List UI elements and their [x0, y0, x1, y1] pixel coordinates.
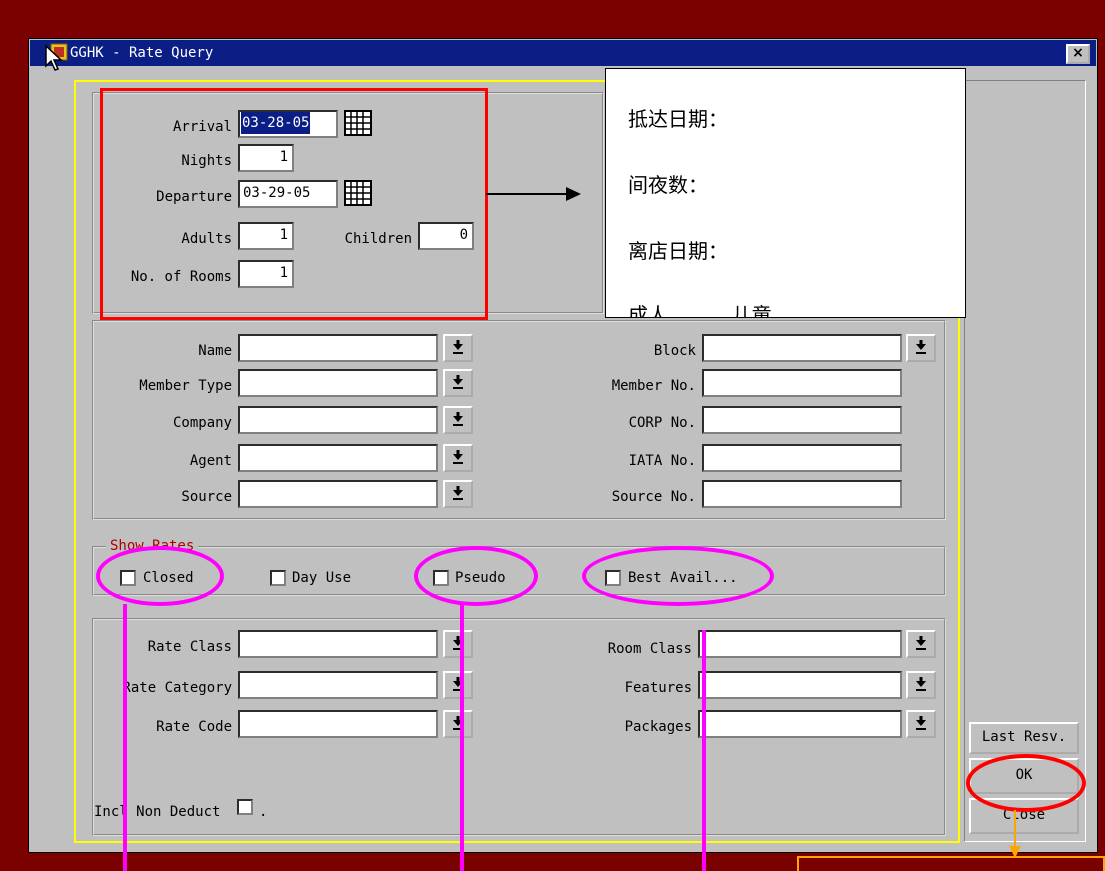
dropdown-arrow-icon	[916, 677, 926, 691]
rate-class-label: Rate Class	[147, 639, 232, 655]
room-class-field[interactable]	[698, 630, 902, 658]
member-type-label: Member Type	[139, 378, 232, 394]
packages-field[interactable]	[698, 710, 902, 738]
day-use-checkbox[interactable]	[270, 570, 286, 586]
block-field[interactable]	[702, 334, 902, 362]
ok-highlight-ellipse	[966, 754, 1086, 812]
iata-no-field[interactable]	[702, 444, 902, 472]
source-no-label: Source No.	[611, 489, 696, 505]
room-class-label: Room Class	[607, 641, 692, 657]
source-no-field[interactable]	[702, 480, 902, 508]
source-dropdown-button[interactable]	[443, 480, 473, 508]
dropdown-arrow-icon	[453, 486, 463, 500]
features-label: Features	[624, 680, 692, 696]
dropdown-arrow-icon	[453, 450, 463, 464]
annotation-line-departure: 离店日期：	[628, 239, 728, 263]
rate-code-field[interactable]	[238, 710, 438, 738]
incl-non-deduct-checkbox[interactable]	[237, 799, 253, 815]
source-field[interactable]	[238, 480, 438, 508]
closed-pointer-line	[123, 604, 127, 871]
member-no-label: Member No.	[611, 378, 696, 394]
best-avail-highlight-ellipse	[582, 546, 774, 606]
block-dropdown-button[interactable]	[906, 334, 936, 362]
closed-highlight-ellipse	[96, 546, 224, 606]
room-class-dropdown-button[interactable]	[906, 630, 936, 658]
features-dropdown-button[interactable]	[906, 671, 936, 699]
packages-label: Packages	[624, 719, 692, 735]
dropdown-arrow-icon	[453, 412, 463, 426]
stay-highlight-box	[100, 88, 488, 320]
corp-no-label: CORP No.	[628, 415, 696, 431]
dropdown-arrow-icon	[916, 340, 926, 354]
arrow-down-icon	[1006, 810, 1024, 860]
window-title: GGHK - Rate Query	[70, 45, 214, 61]
agent-label: Agent	[189, 453, 232, 469]
dropdown-arrow-icon	[453, 375, 463, 389]
member-no-field[interactable]	[702, 369, 902, 397]
last-resv-button[interactable]: Last Resv.	[969, 722, 1079, 754]
pseudo-highlight-ellipse	[414, 546, 538, 606]
incl-non-deduct-label: Incl Non Deduct	[94, 804, 221, 820]
incl-non-deduct-suffix: .	[259, 804, 268, 820]
source-label: Source	[181, 489, 232, 505]
name-label: Name	[198, 343, 232, 359]
name-dropdown-button[interactable]	[443, 334, 473, 362]
member-type-dropdown-button[interactable]	[443, 369, 473, 397]
annotation-line-guests: 成人 儿童	[628, 303, 772, 318]
last-resv-label: Last Resv.	[981, 729, 1067, 745]
dropdown-arrow-icon	[916, 716, 926, 730]
block-label: Block	[653, 343, 696, 359]
annotation-line-arrival: 抵达日期：	[628, 107, 728, 131]
dropdown-arrow-icon	[453, 340, 463, 354]
company-label: Company	[172, 415, 232, 431]
rate-code-dropdown-button[interactable]	[443, 710, 473, 738]
rate-category-label: Rate Category	[122, 680, 232, 696]
iata-no-label: IATA No.	[628, 453, 696, 469]
pseudo-pointer-line	[460, 604, 464, 871]
annotation-box: 抵达日期： 间夜数： 离店日期： 成人 儿童	[605, 68, 966, 318]
agent-dropdown-button[interactable]	[443, 444, 473, 472]
member-type-field[interactable]	[238, 369, 438, 397]
features-field[interactable]	[698, 671, 902, 699]
arrow-right-icon	[486, 184, 582, 204]
rate-code-label: Rate Code	[156, 719, 232, 735]
dropdown-arrow-icon	[916, 636, 926, 650]
close-icon: ×	[1072, 45, 1084, 61]
packages-dropdown-button[interactable]	[906, 710, 936, 738]
rate-class-field[interactable]	[238, 630, 438, 658]
orange-callout-box	[797, 856, 1105, 871]
rate-category-field[interactable]	[238, 671, 438, 699]
annotation-line-nights: 间夜数：	[628, 173, 708, 197]
company-field[interactable]	[238, 406, 438, 434]
close-window-button[interactable]: ×	[1066, 44, 1090, 64]
rate-class-dropdown-button[interactable]	[443, 630, 473, 658]
agent-field[interactable]	[238, 444, 438, 472]
mouse-pointer-icon	[44, 44, 64, 72]
company-dropdown-button[interactable]	[443, 406, 473, 434]
corp-no-field[interactable]	[702, 406, 902, 434]
rate-category-dropdown-button[interactable]	[443, 671, 473, 699]
day-use-label: Day Use	[292, 570, 352, 586]
best-avail-pointer-line	[702, 630, 706, 871]
name-field[interactable]	[238, 334, 438, 362]
